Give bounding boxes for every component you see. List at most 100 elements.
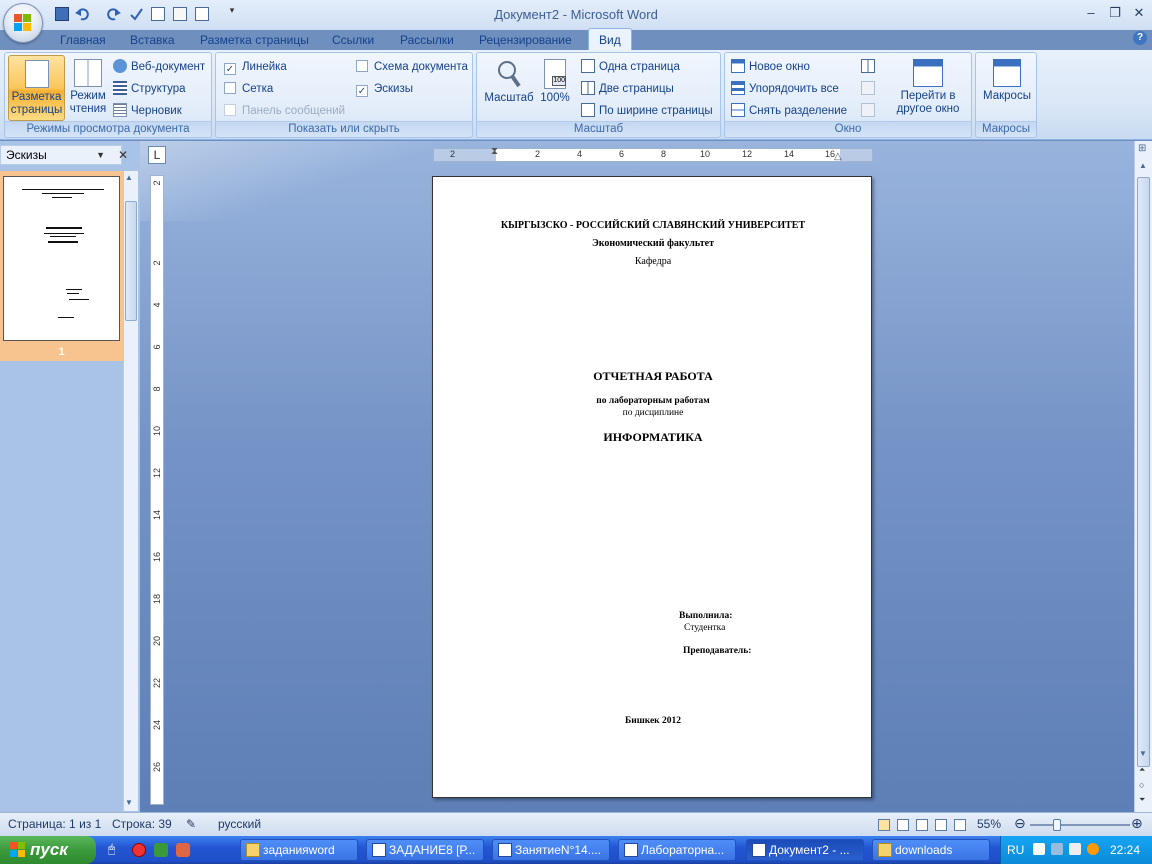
- clock[interactable]: 22:24: [1110, 843, 1140, 857]
- document-page[interactable]: КЫРГЫЗСКО - РОССИЙСКИЙ СЛАВЯНСКИЙ УНИВЕР…: [432, 176, 872, 798]
- outline-view-icon[interactable]: [935, 819, 947, 831]
- subtitle-labs: по лабораторным работам: [596, 396, 710, 406]
- tab-selector-icon[interactable]: L: [148, 146, 166, 164]
- tab-home[interactable]: Главная: [60, 33, 106, 47]
- start-button[interactable]: пуск: [0, 836, 96, 864]
- thumbnails-scrollbar[interactable]: ▲ ▼: [123, 171, 138, 811]
- select-browse-object-icon[interactable]: ○: [1139, 780, 1144, 790]
- page-count[interactable]: Страница: 1 из 1: [8, 817, 101, 831]
- scroll-thumb[interactable]: [1137, 177, 1150, 767]
- print-layout-button[interactable]: Разметка страницы: [8, 55, 65, 121]
- zoom-out-icon[interactable]: ⊖: [1014, 815, 1026, 832]
- page-width-icon: [581, 103, 595, 117]
- gridlines-checkbox[interactable]: Сетка: [224, 80, 273, 98]
- restore-icon[interactable]: ❐: [1104, 5, 1126, 23]
- thumbnails-dropdown[interactable]: Эскизы ▼: [0, 145, 122, 165]
- outline-button[interactable]: Структура: [113, 80, 186, 98]
- two-pages-button[interactable]: Две страницы: [581, 80, 674, 98]
- tray-icon[interactable]: [1087, 843, 1099, 855]
- task-doc-zanyatie[interactable]: ЗанятиеN°14....: [492, 839, 610, 861]
- magnifier-icon: [498, 61, 521, 88]
- zoom-level[interactable]: 55%: [977, 817, 1001, 831]
- zoom-slider-handle[interactable]: [1053, 819, 1061, 831]
- reading-layout-button[interactable]: Режим чтения: [67, 55, 109, 121]
- zoom-in-icon[interactable]: ⊕: [1131, 815, 1143, 832]
- view-ruler-icon[interactable]: ⊞: [1138, 143, 1146, 154]
- tab-insert[interactable]: Вставка: [130, 33, 175, 47]
- page-width-button[interactable]: По ширине страницы: [581, 102, 713, 120]
- scroll-up-icon[interactable]: ▲: [1139, 161, 1147, 170]
- document-map-label: Схема документа: [374, 61, 468, 73]
- print-layout-view-icon[interactable]: [878, 819, 890, 831]
- thumbnail-preview: [3, 176, 120, 341]
- document-scrollbar[interactable]: ⊞ ▲ ▼ ⏶ ○ ⏷: [1134, 141, 1152, 812]
- ruler-checkbox[interactable]: ✓ Линейка: [224, 58, 287, 76]
- language-bar[interactable]: RU: [1007, 843, 1024, 857]
- tab-mailings[interactable]: Рассылки: [400, 33, 454, 47]
- close-icon[interactable]: ✕: [1128, 5, 1150, 23]
- quick-launch-icon[interactable]: 🖱: [108, 842, 115, 857]
- app-icon[interactable]: [176, 843, 190, 857]
- thumbnail-page-1[interactable]: 1: [0, 171, 123, 361]
- indent-marker-icon[interactable]: ⧗: [491, 146, 498, 157]
- new-window-button[interactable]: Новое окно: [731, 58, 810, 76]
- tab-review[interactable]: Рецензирование: [479, 33, 572, 47]
- tab-page-layout[interactable]: Разметка страницы: [200, 33, 309, 47]
- close-icon[interactable]: ✕: [118, 148, 128, 162]
- media-icon[interactable]: [154, 843, 168, 857]
- scroll-down-icon[interactable]: ▼: [125, 798, 133, 807]
- thumbnails-label: Эскизы: [374, 83, 414, 95]
- tab-view[interactable]: Вид: [588, 28, 632, 52]
- macros-button[interactable]: Макросы: [979, 55, 1035, 121]
- horizontal-ruler[interactable]: 2 2 4 6 8 10 12 14 16 ⧗ △: [433, 146, 873, 162]
- web-layout-view-icon[interactable]: [916, 819, 928, 831]
- task-folder-word[interactable]: заданияword: [240, 839, 358, 861]
- ruler-v-label: 18: [152, 594, 162, 605]
- thumbnails-pane: Эскизы ▼ ✕ 1 ▲ ▼: [0, 141, 140, 812]
- vertical-ruler[interactable]: 2 2 4 6 8 10 12 14 16 18 20 22 24 26: [150, 175, 164, 805]
- scroll-down-icon[interactable]: ▼: [1139, 749, 1147, 758]
- language-indicator[interactable]: русский: [218, 817, 261, 831]
- tray-icon[interactable]: [1051, 843, 1063, 855]
- draft-view-icon[interactable]: [954, 819, 966, 831]
- task-folder-downloads[interactable]: downloads: [872, 839, 990, 861]
- thumbnails-checkbox[interactable]: ✓ Эскизы: [356, 80, 413, 98]
- document-map-checkbox[interactable]: Схема документа: [356, 58, 468, 76]
- task-doc-document2[interactable]: Документ2 - ...: [746, 839, 864, 861]
- chevron-down-icon: ▼: [96, 150, 105, 160]
- help-icon[interactable]: ?: [1133, 31, 1147, 45]
- proofing-icon[interactable]: ✎: [186, 817, 196, 831]
- draft-button[interactable]: Черновик: [113, 102, 182, 120]
- view-side-by-side-button[interactable]: [861, 58, 879, 76]
- draft-icon: [113, 103, 127, 117]
- zoom-button[interactable]: Масштаб: [481, 55, 537, 121]
- switch-windows-button[interactable]: Перейти в другое окно: [885, 55, 971, 121]
- line-number[interactable]: Строка: 39: [112, 817, 172, 831]
- tray-icon[interactable]: [1033, 843, 1045, 855]
- previous-page-icon[interactable]: ⏶: [1139, 765, 1145, 775]
- browser-icon[interactable]: [132, 843, 146, 857]
- zoom-100-button[interactable]: 100 100%: [537, 55, 573, 121]
- tray-icon[interactable]: [1069, 843, 1081, 855]
- start-label: пуск: [30, 840, 68, 859]
- right-indent-marker-icon[interactable]: △: [834, 151, 842, 162]
- ribbon-tabs: Главная Вставка Разметка страницы Ссылки…: [0, 28, 1152, 52]
- one-page-button[interactable]: Одна страница: [581, 58, 680, 76]
- web-layout-label: Веб-документ: [131, 61, 206, 73]
- zoom-slider[interactable]: [1030, 824, 1130, 826]
- minimize-icon[interactable]: –: [1080, 5, 1102, 23]
- task-label: Лабораторна...: [641, 843, 725, 857]
- scroll-up-icon[interactable]: ▲: [125, 173, 133, 182]
- office-button[interactable]: [3, 3, 43, 43]
- group-zoom: Масштаб 100 100% Одна страница Две стран…: [476, 52, 721, 138]
- task-doc-zadanie8[interactable]: ЗАДАНИЕ8 [Р...: [366, 839, 484, 861]
- task-doc-lab[interactable]: Лабораторна...: [618, 839, 736, 861]
- web-layout-button[interactable]: Веб-документ: [113, 58, 205, 76]
- next-page-icon[interactable]: ⏷: [1139, 795, 1145, 805]
- zoom-label: Масштаб: [484, 92, 534, 104]
- remove-split-button[interactable]: Снять разделение: [731, 102, 847, 120]
- arrange-all-button[interactable]: Упорядочить все: [731, 80, 839, 98]
- full-screen-reading-icon[interactable]: [897, 819, 909, 831]
- tab-references[interactable]: Ссылки: [332, 33, 374, 47]
- scroll-thumb[interactable]: [125, 201, 137, 321]
